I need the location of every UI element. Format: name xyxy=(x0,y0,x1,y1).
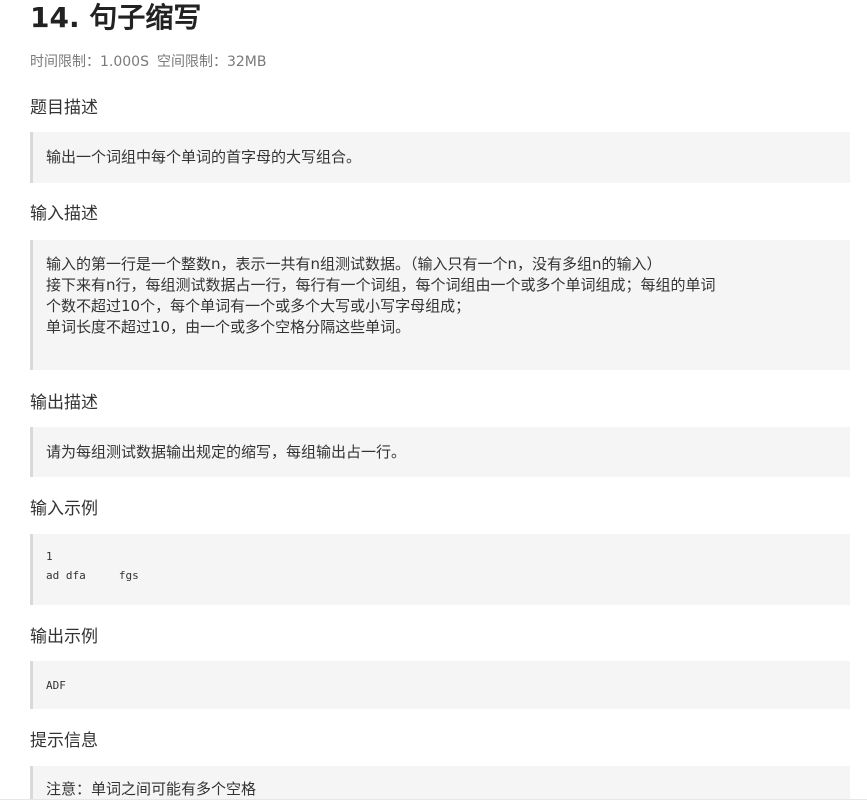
time-limit: 时间限制：1.000S xyxy=(30,54,149,70)
hint-heading: 提示信息 xyxy=(30,731,98,751)
problem-limits: 时间限制：1.000S 空间限制：32MB xyxy=(30,52,266,72)
memory-limit: 空间限制：32MB xyxy=(156,54,267,70)
page-bottom-divider xyxy=(0,799,867,804)
output-text: 请为每组测试数据输出规定的缩写，每组输出占一行。 xyxy=(46,443,407,461)
sample-input-line-2: ad dfa fgs xyxy=(46,569,139,582)
input-text-line-1: 输入的第一行是一个整数n，表示一共有n组测试数据。（输入只有一个n，没有多组n的… xyxy=(46,255,662,273)
output-heading: 输出描述 xyxy=(30,393,98,413)
description-text: 输出一个词组中每个单词的首字母的大写组合。 xyxy=(46,148,362,166)
sample-output-heading: 输出示例 xyxy=(30,627,98,647)
hint-box: 注意：单词之间可能有多个空格 xyxy=(30,766,850,803)
sample-input-box: 1 ad dfa fgs xyxy=(30,534,850,605)
hint-text: 注意：单词之间可能有多个空格 xyxy=(46,780,257,798)
problem-page: 14. 句子缩写 时间限制：1.000S 空间限制：32MB 题目描述 输出一个词… xyxy=(0,0,867,804)
sample-input-line-1: 1 xyxy=(46,550,53,563)
sample-output-box: ADF xyxy=(30,661,850,709)
problem-title: 14. 句子缩写 xyxy=(30,1,202,34)
input-heading: 输入描述 xyxy=(30,204,98,224)
description-heading: 题目描述 xyxy=(30,98,98,118)
input-box: 输入的第一行是一个整数n，表示一共有n组测试数据。（输入只有一个n，没有多组n的… xyxy=(30,240,850,370)
sample-input-heading: 输入示例 xyxy=(30,499,98,519)
sample-output-text: ADF xyxy=(46,679,66,692)
input-text-line-2: 接下来有n行，每组测试数据占一行，每行有一个词组，每个词组由一个或多个单词组成；… xyxy=(46,276,716,294)
input-text-line-3: 个数不超过10个，每个单词有一个或多个大写或小写字母组成； xyxy=(46,297,471,315)
description-box: 输出一个词组中每个单词的首字母的大写组合。 xyxy=(30,132,850,183)
output-box: 请为每组测试数据输出规定的缩写，每组输出占一行。 xyxy=(30,427,850,477)
input-text-line-4: 单词长度不超过10，由一个或多个空格分隔这些单词。 xyxy=(46,318,411,336)
